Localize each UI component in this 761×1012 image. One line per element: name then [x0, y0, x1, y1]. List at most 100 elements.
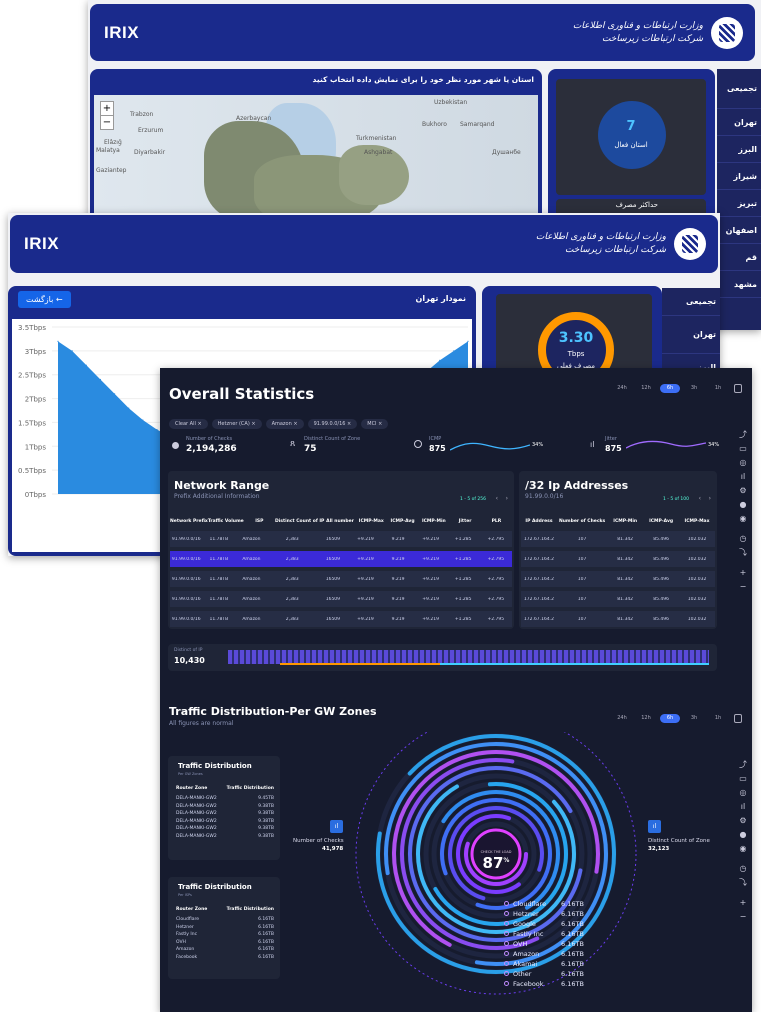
- list-item[interactable]: DELA-MANKI-GW2 9.38TB: [176, 810, 274, 818]
- list-item[interactable]: DELA-MANKI-GW2 9.45TB: [176, 795, 274, 803]
- tab-24h[interactable]: 24h: [612, 714, 632, 723]
- table-row[interactable]: 91.99.0.0/16 11.78TB Amazon 2,383 16509 +9.21…: [170, 591, 512, 607]
- legend-item[interactable]: OVH 6.16TB: [504, 939, 609, 949]
- tab-12h[interactable]: 12h: [636, 714, 656, 723]
- col-header[interactable]: ICMP-Min: [607, 519, 643, 524]
- pager-next-icon[interactable]: ›: [506, 495, 508, 502]
- pager-prev-icon[interactable]: ‹: [496, 495, 498, 502]
- bars-icon[interactable]: ıl: [734, 470, 752, 484]
- table-row[interactable]: 172.67.164.2 107 81.342 85.496 102.032: [521, 551, 715, 567]
- filter-chip[interactable]: MCI ×: [361, 419, 389, 429]
- col-header[interactable]: ICMP-Avg: [643, 519, 679, 524]
- tab-24h[interactable]: 24h: [612, 384, 632, 393]
- filter-chip[interactable]: 91.99.0.0/16 ×: [307, 419, 358, 429]
- back-button[interactable]: بازگشت ←: [18, 291, 71, 308]
- table-row[interactable]: 91.99.0.0/16 11.78TB Amazon 2,383 16509 +9.21…: [170, 571, 512, 587]
- legend-item[interactable]: Hetzner 6.16TB: [504, 909, 609, 919]
- table-row[interactable]: 172.67.164.2 107 81.342 85.496 102.032: [521, 591, 715, 607]
- clock-icon[interactable]: ◷: [734, 862, 752, 876]
- sidebar-item[interactable]: البرز: [717, 136, 761, 163]
- table-row[interactable]: 91.99.0.0/16 11.78TB Amazon 2,383 16509 +9.21…: [170, 611, 512, 627]
- list-item[interactable]: OVH 6.16TB: [176, 939, 274, 947]
- table-row[interactable]: 172.67.164.2 107 81.342 85.496 102.032: [521, 571, 715, 587]
- col-header[interactable]: Traffic Volume: [208, 519, 244, 524]
- table-row[interactable]: 91.99.0.0/16 11.78TB Amazon 2,383 16509 +9.21…: [170, 551, 512, 567]
- col-header[interactable]: ISP: [244, 519, 275, 524]
- zoom-in-icon[interactable]: +: [734, 566, 752, 580]
- col-header[interactable]: ICMP-Min: [418, 519, 449, 524]
- calendar-icon[interactable]: [734, 384, 742, 393]
- calendar-icon[interactable]: [734, 714, 742, 723]
- list-item[interactable]: DELA-MANKI-GW2 9.38TB: [176, 833, 274, 841]
- list-item[interactable]: Fastly Inc 6.16TB: [176, 931, 274, 939]
- sidebar-item[interactable]: تبریز: [717, 190, 761, 217]
- col-header[interactable]: ICMP-Max: [356, 519, 387, 524]
- sidebar-item[interactable]: مشهد: [717, 271, 761, 298]
- table-row[interactable]: 91.99.0.0/16 11.78TB Amazon 2,383 16509 +9.21…: [170, 531, 512, 547]
- col-header[interactable]: Network Prefix: [170, 519, 208, 524]
- tab-3h[interactable]: 3h: [684, 714, 704, 723]
- settings-icon[interactable]: ⚙: [734, 814, 752, 828]
- filter-chip[interactable]: Clear All ×: [169, 419, 208, 429]
- chart-tool-icon[interactable]: ⤴: [734, 758, 752, 772]
- col-header[interactable]: Distinct Count of IP: [275, 519, 324, 524]
- table-row[interactable]: 172.67.164.2 107 81.342 85.496 102.032: [521, 611, 715, 627]
- tab-6h[interactable]: 6h: [660, 384, 680, 393]
- trend-icon[interactable]: ⤵: [734, 546, 752, 560]
- pager-next-icon[interactable]: ›: [709, 495, 711, 502]
- legend-item[interactable]: Other 6.16TB: [504, 969, 609, 979]
- settings-icon[interactable]: ⚙: [734, 484, 752, 498]
- legend-item[interactable]: Facebook 6.16TB: [504, 979, 609, 989]
- list-item[interactable]: DELA-MANKI-GW2 9.38TB: [176, 818, 274, 826]
- legend-item[interactable]: Amazon 6.16TB: [504, 949, 609, 959]
- tab-12h[interactable]: 12h: [636, 384, 656, 393]
- list-item[interactable]: Cloudflare 6.16TB: [176, 916, 274, 924]
- col-header[interactable]: PLR: [481, 519, 512, 524]
- tab-1h[interactable]: 1h: [708, 714, 728, 723]
- sidebar-item[interactable]: تجمیعی: [717, 69, 761, 109]
- bars-icon[interactable]: ıl: [734, 800, 752, 814]
- monitor-icon[interactable]: ▭: [734, 442, 752, 456]
- sidebar-item[interactable]: تهران: [717, 109, 761, 136]
- zoom-out-button[interactable]: −: [101, 116, 113, 129]
- sidebar-item[interactable]: تجمیعی: [662, 288, 720, 316]
- legend-item[interactable]: Fastly Inc 6.16TB: [504, 929, 609, 939]
- legend-item[interactable]: Cloudflare 6.16TB: [504, 899, 609, 909]
- zoom-out-icon[interactable]: −: [734, 580, 752, 594]
- list-item[interactable]: DELA-MANKI-GW2 9.38TB: [176, 825, 274, 833]
- zoom-in-button[interactable]: +: [101, 102, 113, 116]
- list-item[interactable]: Amazon 6.16TB: [176, 946, 274, 954]
- list-item[interactable]: Facebook 6.16TB: [176, 954, 274, 962]
- list-item[interactable]: Hetzner 6.16TB: [176, 924, 274, 932]
- filter-chip[interactable]: Amazon ×: [265, 419, 304, 429]
- sidebar-item[interactable]: اصفهان: [717, 217, 761, 244]
- col-header[interactable]: ICMP-Avg: [387, 519, 418, 524]
- table-row[interactable]: 172.67.164.2 107 81.342 85.496 102.032: [521, 531, 715, 547]
- sidebar-item[interactable]: شیراز: [717, 163, 761, 190]
- sidebar-item[interactable]: قم: [717, 244, 761, 271]
- tab-1h[interactable]: 1h: [708, 384, 728, 393]
- list-item[interactable]: DELA-MANKI-GW2 9.38TB: [176, 803, 274, 811]
- pager-prev-icon[interactable]: ‹: [699, 495, 701, 502]
- clock-icon[interactable]: ◷: [734, 532, 752, 546]
- globe-icon[interactable]: ●: [734, 498, 752, 512]
- tab-6h[interactable]: 6h: [660, 714, 680, 723]
- legend-item[interactable]: Google 6.16TB: [504, 919, 609, 929]
- legend-item[interactable]: Akamai 6.16TB: [504, 959, 609, 969]
- zoom-in-icon[interactable]: +: [734, 896, 752, 910]
- chart-tool-icon[interactable]: ⤴: [734, 428, 752, 442]
- monitor-icon[interactable]: ▭: [734, 772, 752, 786]
- col-header[interactable]: ICMP-Max: [679, 519, 715, 524]
- col-header[interactable]: Number of Checks: [557, 519, 607, 524]
- tab-3h[interactable]: 3h: [684, 384, 704, 393]
- col-header[interactable]: Jitter: [449, 519, 480, 524]
- target-icon[interactable]: ◉: [734, 842, 752, 856]
- globe-icon[interactable]: ●: [734, 828, 752, 842]
- signal-icon[interactable]: ◎: [734, 786, 752, 800]
- trend-icon[interactable]: ⤵: [734, 876, 752, 890]
- target-icon[interactable]: ◉: [734, 512, 752, 526]
- col-header[interactable]: All number: [324, 519, 355, 524]
- signal-icon[interactable]: ◎: [734, 456, 752, 470]
- zoom-out-icon[interactable]: −: [734, 910, 752, 924]
- sidebar-item[interactable]: تهران: [662, 316, 720, 354]
